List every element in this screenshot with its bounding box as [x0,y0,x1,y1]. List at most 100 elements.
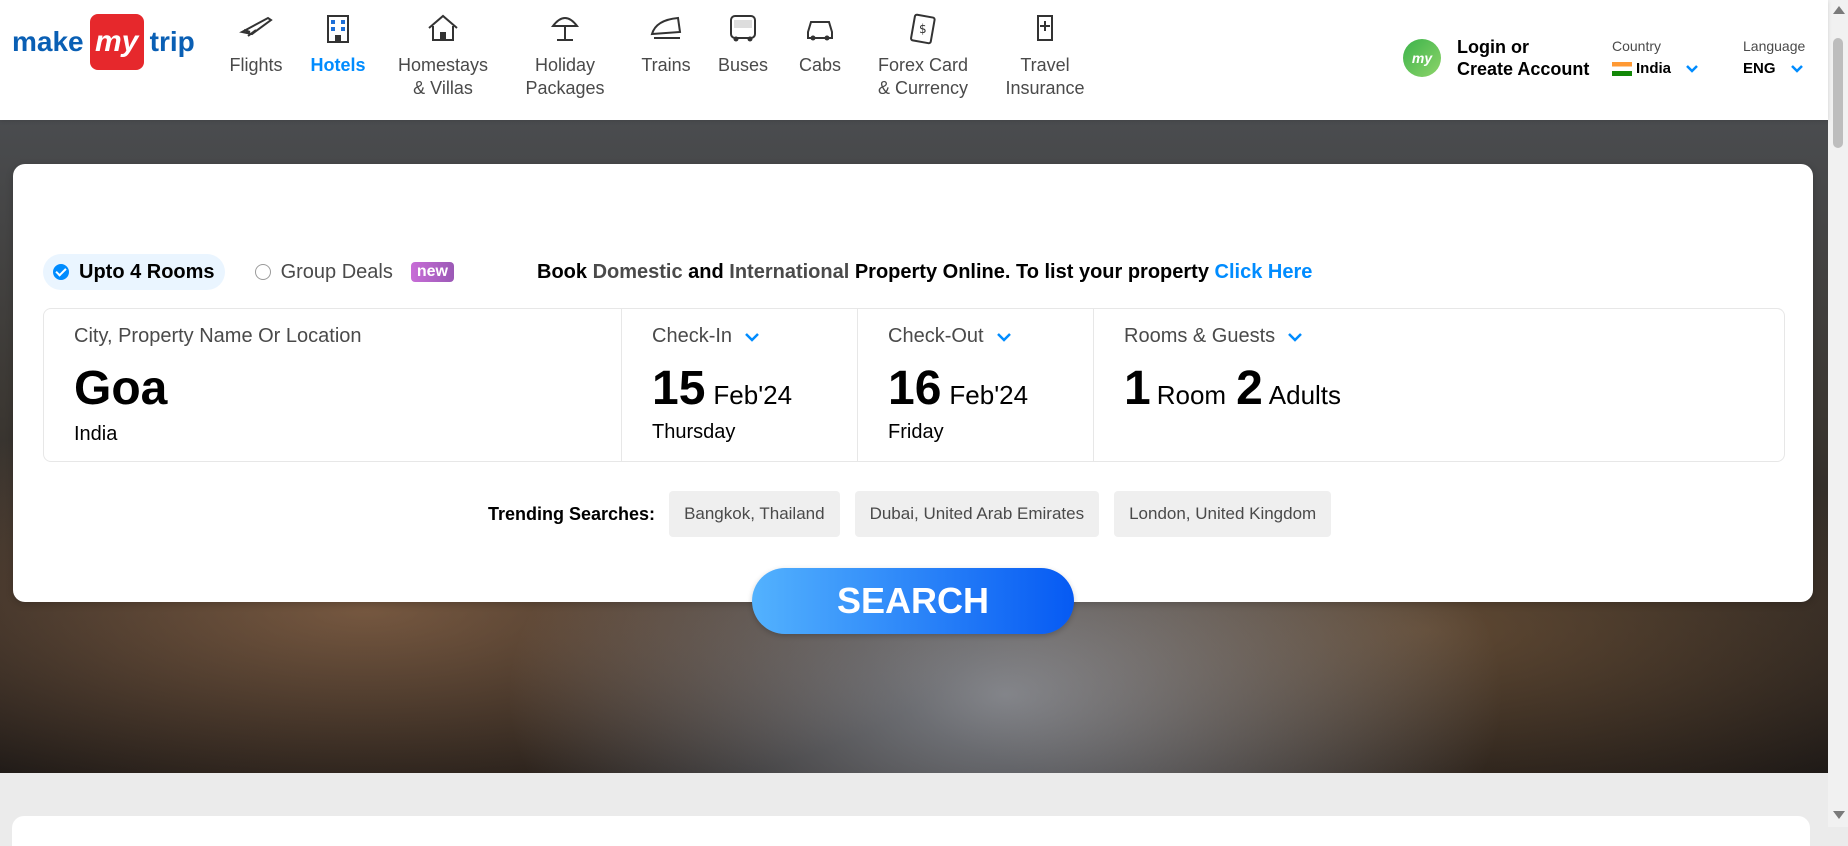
nav-trains[interactable]: Trains [618,10,714,100]
nav-forex[interactable]: $ Forex Card & Currency [868,10,978,100]
nav-buses[interactable]: Buses [714,10,772,100]
nav-label: Holiday [534,55,596,75]
chevron-down-icon [996,332,1011,342]
trending-chip[interactable]: Bangkok, Thailand [669,491,840,537]
rooms-guests-label: Rooms & Guests [1124,325,1276,347]
language-label: Language [1743,38,1806,54]
offers-card-edge [12,816,1810,846]
click-here-link[interactable]: Click Here [1215,261,1313,283]
rooms-guests-field[interactable]: Rooms & Guests 1 Room 2 Adults [1094,309,1784,461]
booking-type-options: Upto 4 Rooms Group Deals new [43,254,464,290]
product-nav: Flights Hotels Homestays & Villas Holida… [210,10,1112,100]
logo-my-text: my [89,14,144,70]
checkin-day: 15 [652,362,706,415]
checkout-label: Check-Out [888,325,984,347]
trending-chip[interactable]: London, United Kingdom [1114,491,1332,537]
rooms-count: 1 [1124,362,1151,415]
nav-label: Buses [717,55,769,75]
nav-label-line2: Packages [525,78,605,98]
nav-label: Flights [229,55,283,75]
bus-icon [730,15,756,42]
promo-domestic: Domestic [592,261,683,283]
cab-icon [807,21,833,41]
nav-hotels[interactable]: Hotels [302,10,374,100]
city-field[interactable]: City, Property Name Or Location Goa Indi… [44,309,622,461]
country-selector[interactable]: Country India [1612,38,1699,77]
option-label: Group Deals [280,260,393,283]
search-fields: City, Property Name Or Location Goa Indi… [43,308,1785,462]
language-value: ENG [1743,60,1776,77]
nav-holiday-packages[interactable]: Holiday Packages [512,10,618,100]
nav-flights[interactable]: Flights [210,10,302,100]
nav-label: Forex Card [877,55,969,75]
chevron-down-icon [1790,64,1803,73]
plane-icon [239,16,273,37]
checkout-day: 16 [888,362,942,415]
nav-label: Trains [641,55,691,75]
rooms-text: Room [1156,380,1227,410]
adults-count: 2 [1236,362,1263,415]
logo-trip-text: trip [149,26,195,57]
city-value: Goa [74,362,168,415]
checkin-field[interactable]: Check-In 15 Feb'24 Thursday [622,309,858,461]
login-line-1: Login or [1457,37,1529,57]
new-badge: new [410,262,454,282]
option-label: Upto 4 Rooms [79,260,215,283]
hotel-building-icon [327,15,349,43]
mmt-avatar-icon: my [1403,39,1441,77]
promo-text: and [682,261,730,283]
checkin-label: Check-In [652,325,733,347]
group-deals-option[interactable]: Group Deals new [245,254,464,290]
hotel-search-card: Upto 4 Rooms Group Deals new Book Domest… [13,164,1813,602]
chevron-down-icon [745,332,759,342]
nav-label-line2: & Villas [413,78,473,98]
svg-text:$: $ [919,22,927,36]
checkout-weekday: Friday [888,421,944,443]
forex-card-icon: $ [910,13,936,45]
nav-travel-insurance[interactable]: Travel Insurance [978,10,1112,100]
trending-searches: Trending Searches: Bangkok, Thailand Dub… [488,491,1346,537]
city-country: India [74,423,118,445]
checkin-month: Feb'24 [713,380,793,410]
nav-label: Travel [1020,55,1070,75]
nav-cabs[interactable]: Cabs [772,10,868,100]
promo-text: Book [537,261,593,283]
language-selector[interactable]: Language ENG [1743,38,1805,77]
top-header: make my trip Flights Hotels Homestays & … [0,0,1828,120]
country-label: Country [1612,38,1662,54]
nav-label-line2: & Currency [877,78,969,98]
login-create-account[interactable]: my Login or Create Account [1403,36,1589,80]
scroll-thumb[interactable] [1833,38,1843,148]
nav-homestays[interactable]: Homestays & Villas [374,10,512,100]
scroll-down-arrow-icon[interactable] [1833,811,1845,819]
radio-unchecked-icon [254,264,271,280]
trending-chip[interactable]: Dubai, United Arab Emirates [854,491,1100,537]
nav-label-line2: Insurance [1005,78,1085,98]
chevron-down-icon [1288,332,1303,342]
city-label: City, Property Name Or Location [74,325,362,347]
nav-label: Homestays [397,55,489,75]
checkout-field[interactable]: Check-Out 16 Feb'24 Friday [858,309,1094,461]
adults-text: Adults [1268,380,1342,410]
page-scrollbar[interactable] [1828,0,1848,827]
scroll-up-arrow-icon[interactable] [1833,6,1845,14]
train-icon [650,16,682,39]
makemytrip-logo[interactable]: make my trip [12,14,195,70]
chevron-down-icon [1686,64,1698,73]
nav-label: Hotels [310,55,366,75]
checkin-weekday: Thursday [652,421,736,443]
list-property-promo: Book Domestic and International Property… [537,261,1312,284]
india-flag-icon [1612,61,1632,76]
search-button[interactable]: SEARCH [752,568,1074,634]
logo-make-text: make [12,26,84,57]
country-value: India [1636,60,1672,77]
umbrella-icon [550,17,580,41]
upto-4-rooms-option[interactable]: Upto 4 Rooms [43,254,225,290]
trending-label: Trending Searches: [488,503,656,524]
radio-checked-icon [53,264,69,280]
house-icon [428,14,458,41]
promo-text: Property Online. To list your property [849,261,1215,283]
checkout-month: Feb'24 [949,380,1029,410]
login-text: Login or Create Account [1457,36,1589,80]
login-line-2: Create Account [1457,59,1590,79]
